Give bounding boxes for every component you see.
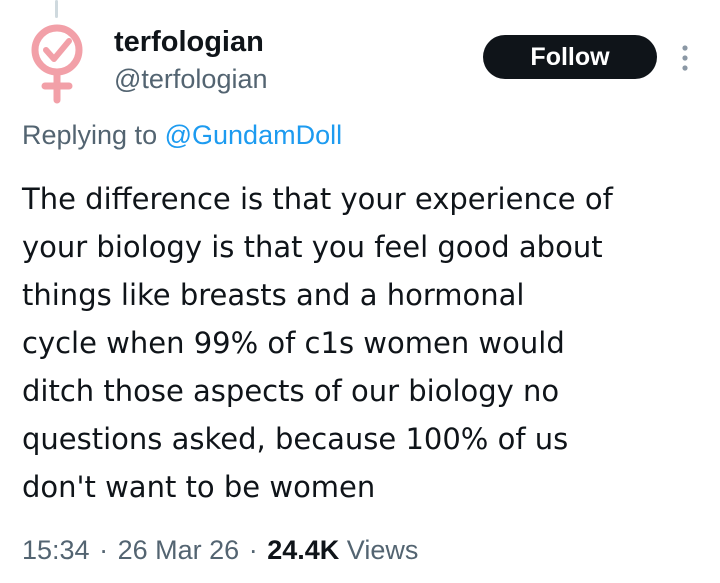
reply-context-prefix: Replying to	[22, 120, 158, 150]
tweet-text-line: don't want to be women	[22, 470, 376, 504]
venus-symbol-checkmark-icon	[31, 24, 83, 104]
views-label: Views	[346, 535, 419, 565]
tweet-text-line: questions asked, because 100% of us	[22, 422, 569, 456]
reply-mention-link[interactable]: @GundamDoll	[165, 120, 342, 150]
meta-separator: ·	[248, 535, 258, 565]
vertical-ellipsis-icon	[682, 45, 688, 71]
thread-connector-line	[55, 0, 58, 18]
tweet-time[interactable]: 15:34	[22, 535, 90, 565]
tweet-text-line: things like breasts and a hormonal	[22, 278, 525, 312]
tweet-text-line: The difference is that your experience o…	[22, 182, 613, 216]
views-count[interactable]: 24.4K	[267, 535, 339, 565]
meta-separator: ·	[99, 535, 109, 565]
follow-button[interactable]: Follow	[483, 35, 657, 79]
tweet-text-line: your biology is that you feel good about	[22, 230, 603, 264]
tweet-text-line: cycle when 99% of c1s women would	[22, 326, 565, 360]
tweet-metadata: 15:34 · 26 Mar 26 · 24.4K Views	[22, 532, 418, 568]
author-display-name[interactable]: terfologian	[114, 24, 264, 60]
tweet-date[interactable]: 26 Mar 26	[118, 535, 240, 565]
avatar[interactable]	[22, 22, 92, 104]
tweet-text-line: ditch those aspects of our biology no	[22, 374, 560, 408]
tweet-text: The difference is that your experience o…	[22, 175, 712, 511]
more-options-button[interactable]	[674, 42, 696, 74]
author-handle[interactable]: @terfologian	[114, 62, 268, 96]
reply-context: Replying to @GundamDoll	[22, 116, 342, 154]
